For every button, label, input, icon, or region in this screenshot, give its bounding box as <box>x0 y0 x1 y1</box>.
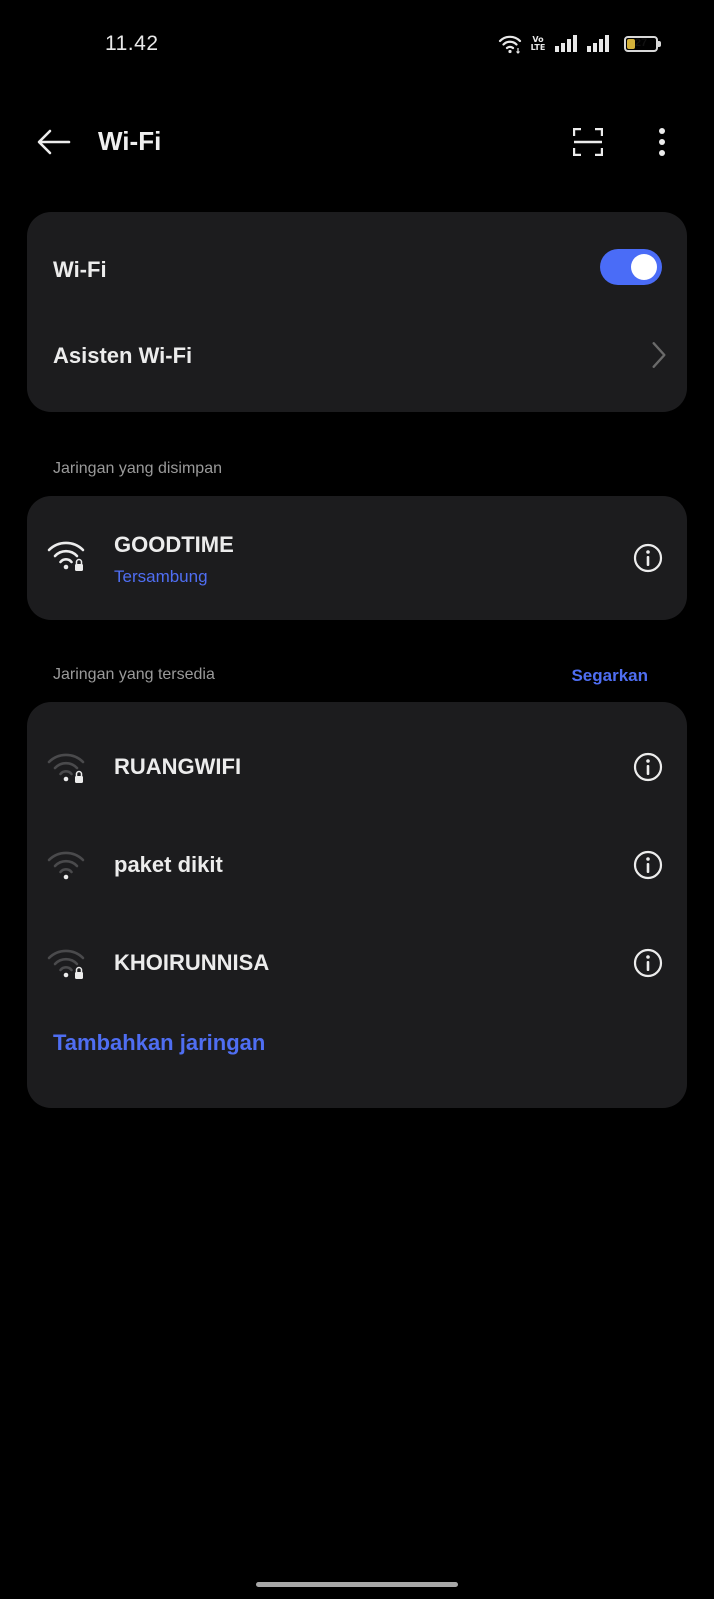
available-network-row[interactable]: RUANGWIFI <box>27 720 687 816</box>
wifi-settings-card: Wi-Fi Asisten Wi-Fi <box>27 212 687 412</box>
wifi-icon <box>498 35 522 54</box>
info-icon[interactable] <box>633 752 663 782</box>
saved-networks-card: GOODTIME Tersambung <box>27 496 687 620</box>
info-icon[interactable] <box>633 948 663 978</box>
volte-bottom-text: LTE <box>530 43 546 52</box>
network-name: KHOIRUNNISA <box>114 950 270 975</box>
wifi-lock-weak-icon <box>47 949 85 979</box>
scan-qr-button[interactable] <box>566 120 610 164</box>
available-network-row[interactable]: KHOIRUNNISA <box>27 916 687 1012</box>
add-network-button[interactable]: Tambahkan jaringan <box>53 1030 265 1056</box>
network-name: GOODTIME <box>114 532 234 557</box>
signal-icon <box>555 35 577 52</box>
back-arrow-icon <box>37 129 71 155</box>
info-icon[interactable] <box>633 543 663 573</box>
network-name: RUANGWIFI <box>114 754 242 779</box>
wifi-toggle-label: Wi-Fi <box>53 257 107 282</box>
more-options-button[interactable] <box>640 120 684 164</box>
info-icon[interactable] <box>633 850 663 880</box>
more-vertical-icon <box>659 128 665 156</box>
page-title: Wi-Fi <box>98 126 162 156</box>
refresh-button[interactable]: Segarkan <box>571 666 648 686</box>
wifi-weak-icon <box>47 851 85 880</box>
app-bar: Wi-Fi <box>0 100 714 184</box>
saved-network-row[interactable]: GOODTIME Tersambung <box>27 496 687 620</box>
wifi-assistant-label: Asisten Wi-Fi <box>53 343 193 368</box>
saved-networks-header: Jaringan yang disimpan <box>53 460 222 477</box>
scan-qr-icon <box>573 128 603 156</box>
back-button[interactable] <box>30 118 78 166</box>
battery-level: 27 <box>634 37 648 49</box>
status-bar: 11.42 Vo LTE 27 <box>0 0 714 90</box>
wifi-lock-weak-icon <box>47 753 85 783</box>
volte-icon: Vo LTE <box>528 36 548 52</box>
wifi-toggle[interactable] <box>600 249 662 285</box>
network-name: paket dikit <box>114 852 223 877</box>
signal-icon <box>587 35 609 52</box>
home-indicator[interactable] <box>256 1582 458 1587</box>
battery-icon: 27 <box>624 36 661 52</box>
chevron-right-icon <box>652 342 666 368</box>
status-time: 11.42 <box>105 32 159 55</box>
wifi-assistant-row[interactable]: Asisten Wi-Fi <box>27 312 687 396</box>
network-status: Tersambung <box>114 567 208 586</box>
toggle-knob <box>631 254 657 280</box>
available-network-row[interactable]: paket dikit <box>27 818 687 914</box>
available-networks-card: RUANGWIFI paket dikit KHOIRUNNISA Tambah… <box>27 702 687 1108</box>
status-icons: Vo LTE 27 <box>498 32 661 56</box>
available-networks-header: Jaringan yang tersedia <box>53 666 215 683</box>
wifi-lock-icon <box>47 541 85 571</box>
